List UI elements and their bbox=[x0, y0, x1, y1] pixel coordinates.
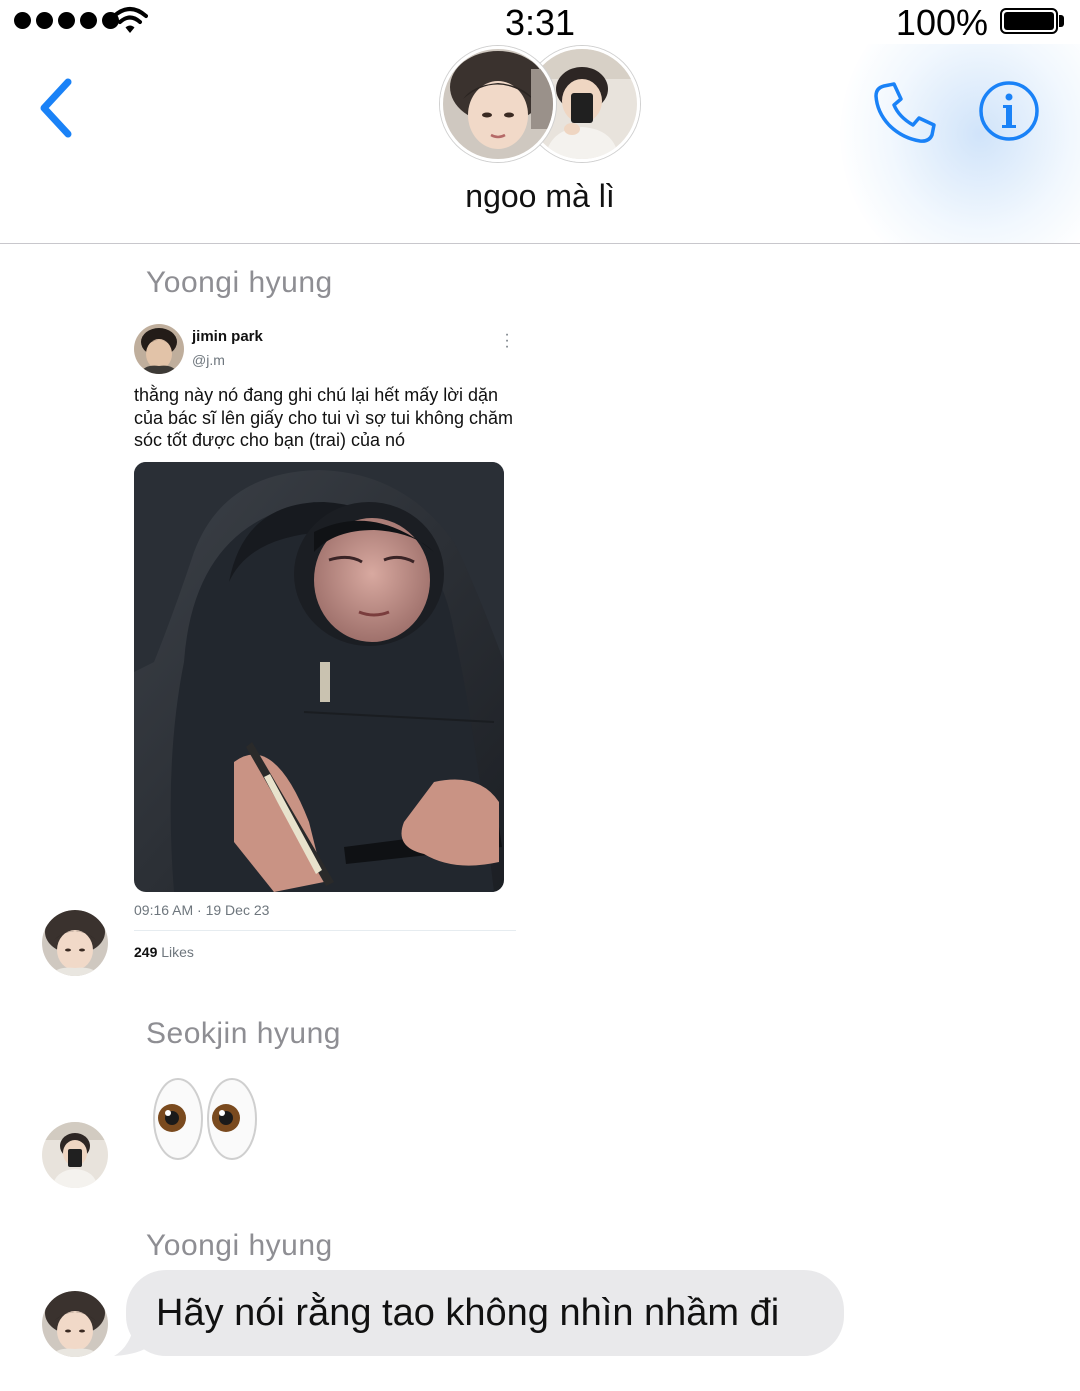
sender-name: Yoongi hyung bbox=[146, 266, 333, 299]
battery-percentage: 100% bbox=[895, 2, 988, 43]
avatar-yoongi bbox=[440, 46, 556, 162]
battery-icon bbox=[1000, 8, 1058, 34]
group-avatars[interactable] bbox=[440, 44, 650, 162]
tweet-likes: 249 Likes bbox=[134, 944, 194, 960]
call-button[interactable] bbox=[872, 80, 938, 146]
conversation-title[interactable]: ngoo mà lì bbox=[0, 178, 1080, 215]
eyes-emoji-message[interactable] bbox=[152, 1076, 264, 1162]
tweet-photo[interactable] bbox=[134, 462, 504, 892]
likes-label: Likes bbox=[161, 944, 194, 960]
avatar-yoongi[interactable] bbox=[42, 1291, 108, 1357]
phone-icon bbox=[874, 82, 936, 143]
tweet-text: thằng này nó đang ghi chú lại hết mấy lờ… bbox=[134, 385, 514, 450]
info-button[interactable] bbox=[978, 80, 1040, 142]
avatar-seokjin[interactable] bbox=[42, 1122, 108, 1188]
battery-tip bbox=[1059, 15, 1064, 27]
back-button[interactable] bbox=[30, 72, 86, 142]
avatar-yoongi[interactable] bbox=[42, 910, 108, 976]
tweet-divider bbox=[134, 930, 516, 931]
conversation-header: ngoo mà lì bbox=[0, 44, 1080, 244]
likes-count: 249 bbox=[134, 944, 158, 960]
message-text: Hãy nói rằng tao không nhìn nhầm đi bbox=[156, 1291, 780, 1334]
info-icon bbox=[979, 81, 1039, 141]
tweet-timestamp: 09:16 AM · 19 Dec 23 bbox=[134, 902, 270, 918]
more-options-icon[interactable]: · · · bbox=[502, 327, 512, 355]
tweet-author-name: jimin park bbox=[192, 328, 263, 345]
sender-name: Yoongi hyung bbox=[146, 1229, 333, 1262]
sender-name: Seokjin hyung bbox=[146, 1017, 341, 1050]
chevron-left-icon bbox=[40, 78, 72, 138]
message-bubble[interactable]: Hãy nói rằng tao không nhìn nhầm đi bbox=[126, 1270, 844, 1356]
tweet-avatar bbox=[134, 324, 184, 374]
tweet-author-handle: @j.m bbox=[192, 352, 225, 368]
shared-tweet-card[interactable]: jimin park @j.m · · · thằng này nó đang gh… bbox=[132, 322, 522, 972]
status-bar: 3:31 100% bbox=[0, 0, 1080, 44]
